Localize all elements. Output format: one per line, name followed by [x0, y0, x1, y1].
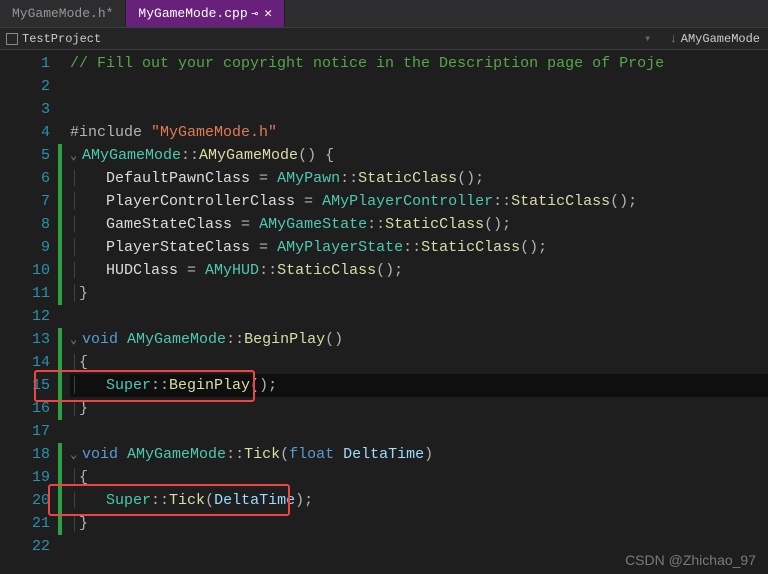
tab-cpp-file[interactable]: MyGameMode.cpp ⊸ ✕	[126, 0, 285, 27]
code-editor[interactable]: 12345678910111213141516171819202122 // F…	[0, 50, 768, 574]
scope-project-dropdown[interactable]: TestProject	[0, 32, 638, 46]
code-content[interactable]: // Fill out your copyright notice in the…	[66, 50, 768, 574]
arrow-down-icon: ↓	[670, 32, 677, 46]
tab-header-file[interactable]: MyGameMode.h*	[0, 0, 126, 27]
scope-class: AMyGameMode	[681, 32, 760, 46]
scope-class-dropdown[interactable]: ↓ AMyGameMode	[658, 32, 768, 46]
fold-icon[interactable]: ⌄	[70, 444, 82, 467]
fold-icon[interactable]: ⌄	[70, 329, 82, 352]
project-icon	[6, 33, 18, 45]
breadcrumb-divider: ▾	[638, 28, 658, 49]
change-markers	[58, 50, 66, 574]
fold-icon[interactable]: ⌄	[70, 145, 82, 168]
tab-bar: MyGameMode.h* MyGameMode.cpp ⊸ ✕	[0, 0, 768, 28]
watermark: CSDN @Zhichao_97	[625, 552, 756, 568]
project-name: TestProject	[22, 32, 101, 46]
pin-icon: ⊸	[252, 7, 259, 21]
line-numbers: 12345678910111213141516171819202122	[0, 50, 58, 574]
breadcrumb: TestProject ▾ ↓ AMyGameMode	[0, 28, 768, 50]
close-icon[interactable]: ✕	[264, 6, 272, 21]
comment-line: // Fill out your copyright notice in the…	[70, 55, 664, 72]
